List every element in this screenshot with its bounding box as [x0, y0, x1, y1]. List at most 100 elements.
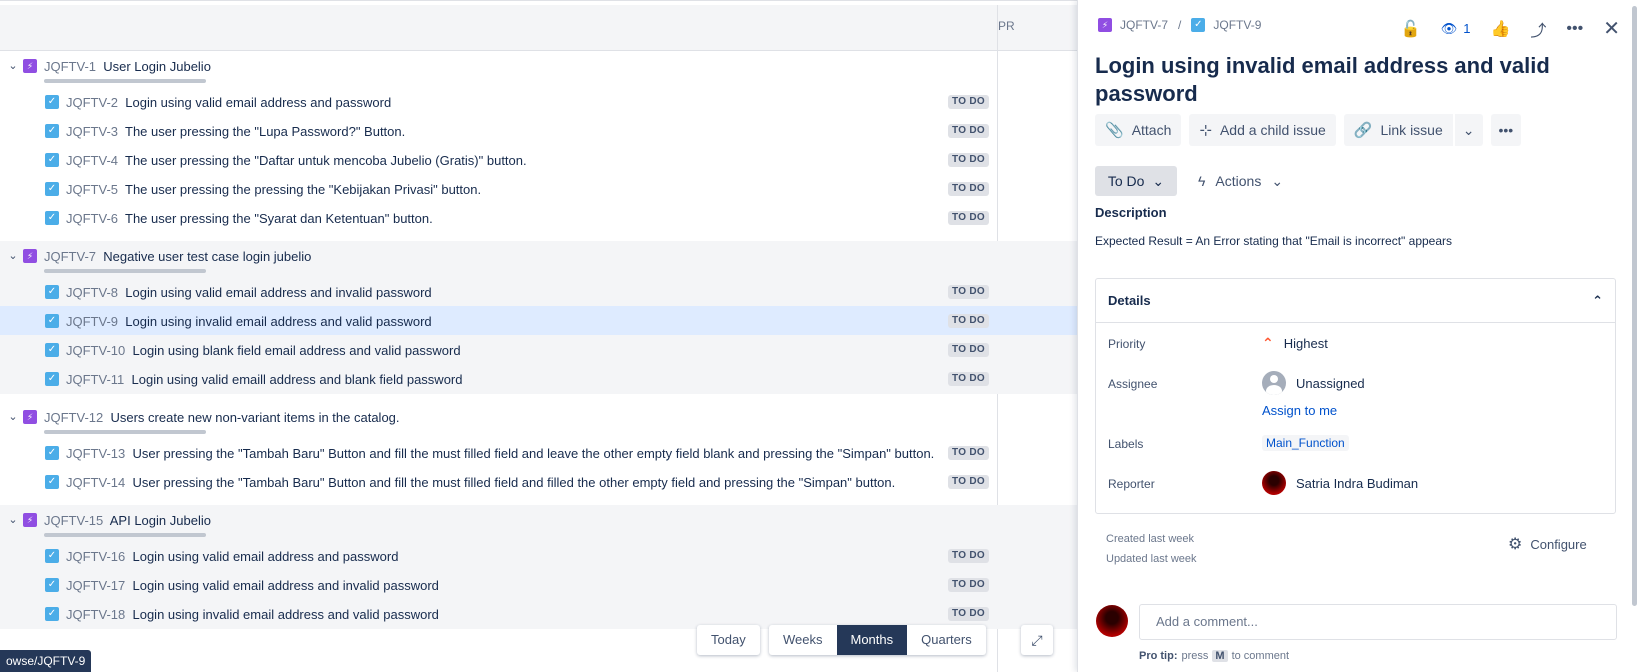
attach-button[interactable]: 📎 Attach: [1095, 114, 1182, 146]
chevron-up-icon[interactable]: ⌃: [1592, 293, 1603, 309]
priority-label: Priority: [1108, 337, 1146, 351]
description-text[interactable]: Expected Result = An Error stating that …: [1095, 234, 1452, 248]
epic-row[interactable]: ⌄ ⚡ JQFTV-1 User Login Jubelio: [0, 51, 1077, 87]
status-badge: TO DO: [948, 182, 989, 196]
issue-row[interactable]: ✓ JQFTV-13 User pressing the "Tambah Bar…: [0, 438, 1077, 468]
status-badge: TO DO: [948, 153, 989, 167]
chevron-down-icon: ⌄: [1462, 121, 1475, 138]
lock-icon[interactable]: 🔓: [1401, 19, 1421, 39]
breadcrumb-current[interactable]: JQFTV-9: [1213, 18, 1261, 32]
chevron-down-icon[interactable]: ⌄: [6, 249, 20, 263]
chevron-down-icon[interactable]: ⌄: [6, 410, 20, 424]
epic-label[interactable]: JQFTV-12 Users create new non-variant it…: [44, 410, 400, 425]
epic-summary: Users create new non-variant items in th…: [110, 410, 400, 425]
scrollbar[interactable]: [1630, 0, 1640, 610]
issue-label[interactable]: JQFTV-4 The user pressing the "Daftar un…: [66, 153, 527, 168]
weeks-button[interactable]: Weeks: [769, 625, 837, 655]
epic-row[interactable]: ⌄ ⚡ JQFTV-15 API Login Jubelio: [0, 505, 1077, 541]
issue-row[interactable]: ✓ JQFTV-4 The user pressing the "Daftar …: [0, 145, 1077, 175]
issue-row[interactable]: ✓ JQFTV-14 User pressing the "Tambah Bar…: [0, 467, 1077, 497]
breadcrumb-parent[interactable]: JQFTV-7: [1120, 18, 1168, 32]
epic-summary: API Login Jubelio: [109, 513, 211, 528]
issue-label[interactable]: JQFTV-9 Login using invalid email addres…: [66, 314, 432, 329]
status-badge: TO DO: [948, 314, 989, 328]
epic-label[interactable]: JQFTV-15 API Login Jubelio: [44, 513, 211, 528]
issue-label[interactable]: JQFTV-8 Login using valid email address …: [66, 285, 432, 300]
status-badge: TO DO: [948, 607, 989, 621]
epic-label[interactable]: JQFTV-7 Negative user test case login ju…: [44, 249, 311, 264]
issue-label[interactable]: JQFTV-11 Login using valid emaill addres…: [66, 372, 463, 387]
issue-label[interactable]: JQFTV-10 Login using blank field email a…: [66, 343, 461, 358]
issue-row[interactable]: ✓ JQFTV-8 Login using valid email addres…: [0, 277, 1077, 307]
today-button[interactable]: Today: [697, 625, 760, 655]
close-icon[interactable]: ✕: [1603, 16, 1620, 41]
keyboard-shortcut: M: [1212, 650, 1228, 662]
link-issue-button[interactable]: 🔗 Link issue: [1343, 114, 1453, 146]
issue-label[interactable]: JQFTV-13 User pressing the "Tambah Baru"…: [66, 446, 934, 461]
epic-row[interactable]: ⌄ ⚡ JQFTV-12 Users create new non-varian…: [0, 402, 1077, 438]
more-icon[interactable]: •••: [1566, 20, 1583, 38]
issue-label[interactable]: JQFTV-3 The user pressing the "Lupa Pass…: [66, 124, 405, 139]
issue-row[interactable]: ✓ JQFTV-16 Login using valid email addre…: [0, 541, 1077, 571]
issue-row[interactable]: ✓ JQFTV-17 Login using valid email addre…: [0, 570, 1077, 600]
issue-label[interactable]: JQFTV-16 Login using valid email address…: [66, 549, 398, 564]
issue-key: JQFTV-6: [66, 211, 119, 226]
scrollbar-thumb[interactable]: [1632, 6, 1637, 606]
reporter-field[interactable]: Satria Indra Budiman: [1262, 471, 1418, 495]
issue-row[interactable]: ✓ JQFTV-6 The user pressing the "Syarat …: [0, 203, 1077, 233]
priority-field[interactable]: ⌃ Highest: [1262, 335, 1328, 352]
configure-button[interactable]: ⚙ Configure: [1508, 534, 1587, 554]
labels-label: Labels: [1108, 437, 1144, 451]
issue-row-selected[interactable]: ✓ JQFTV-9 Login using invalid email addr…: [0, 306, 1077, 336]
more-actions-button[interactable]: •••: [1490, 114, 1522, 146]
issue-label[interactable]: JQFTV-5 The user pressing the pressing t…: [66, 182, 481, 197]
attach-label: Attach: [1131, 122, 1172, 138]
link-issue-dropdown[interactable]: ⌄: [1454, 114, 1483, 146]
actions-dropdown[interactable]: ϟ Actions ⌄: [1198, 166, 1283, 196]
issue-label[interactable]: JQFTV-18 Login using invalid email addre…: [66, 607, 439, 622]
issue-label[interactable]: JQFTV-6 The user pressing the "Syarat da…: [66, 211, 433, 226]
today-label: Today: [711, 632, 746, 647]
issue-label[interactable]: JQFTV-17 Login using valid email address…: [66, 578, 439, 593]
quarters-button[interactable]: Quarters: [907, 625, 986, 655]
issue-label[interactable]: JQFTV-14 User pressing the "Tambah Baru"…: [66, 475, 895, 490]
subtask-check-icon: ✓: [45, 182, 59, 196]
subtask-check-icon: ✓: [45, 211, 59, 225]
epic-label[interactable]: JQFTV-1 User Login Jubelio: [44, 59, 211, 74]
reporter-value: Satria Indra Budiman: [1296, 475, 1419, 491]
issue-row[interactable]: ✓ JQFTV-2 Login using valid email addres…: [0, 87, 1077, 117]
months-button[interactable]: Months: [836, 625, 908, 655]
issue-row[interactable]: ✓ JQFTV-10 Login using blank field email…: [0, 335, 1077, 365]
label-chip[interactable]: Main_Function: [1262, 435, 1349, 451]
comment-input[interactable]: Add a comment...: [1139, 604, 1617, 640]
issue-key: JQFTV-13: [66, 446, 126, 461]
assignee-label: Assignee: [1108, 377, 1158, 391]
hierarchy-icon: ⊹: [1199, 122, 1212, 139]
details-header[interactable]: Details ⌃: [1096, 279, 1615, 323]
epic-icon: ⚡: [23, 249, 37, 263]
issue-label[interactable]: JQFTV-2 Login using valid email address …: [66, 95, 391, 110]
paperclip-icon: 📎: [1105, 122, 1124, 139]
labels-field[interactable]: Main_Function: [1262, 435, 1349, 451]
issue-title[interactable]: Login using invalid email address and va…: [1095, 52, 1615, 108]
epic-progress-bar: [44, 430, 206, 434]
assignee-field[interactable]: Unassigned: [1262, 371, 1365, 395]
watch-button[interactable]: 👁 1: [1441, 21, 1471, 37]
add-child-issue-button[interactable]: ⊹ Add a child issue: [1189, 114, 1336, 146]
epic-row[interactable]: ⌄ ⚡ JQFTV-7 Negative user test case logi…: [0, 241, 1077, 277]
app-root: PR ⌄ ⚡ JQFTV-1 User Login Jubelio ✓ JQFT…: [0, 0, 1640, 672]
issue-row[interactable]: ✓ JQFTV-3 The user pressing the "Lupa Pa…: [0, 116, 1077, 146]
assign-to-me-link[interactable]: Assign to me: [1262, 403, 1337, 418]
issue-key: JQFTV-4: [66, 153, 119, 168]
issue-summary: The user pressing the "Lupa Password?" B…: [125, 124, 406, 139]
epic-icon: ⚡: [1098, 18, 1112, 32]
thumbs-up-icon[interactable]: 👍: [1490, 19, 1510, 39]
expand-icon[interactable]: ⤢: [1021, 625, 1053, 655]
timescale-switcher[interactable]: Weeks Months Quarters: [769, 625, 986, 655]
issue-row[interactable]: ✓ JQFTV-5 The user pressing the pressing…: [0, 174, 1077, 204]
chevron-down-icon[interactable]: ⌄: [6, 59, 20, 73]
chevron-down-icon[interactable]: ⌄: [6, 513, 20, 527]
issue-row[interactable]: ✓ JQFTV-11 Login using valid emaill addr…: [0, 364, 1077, 394]
share-icon[interactable]: ⤴: [1530, 17, 1546, 41]
status-dropdown[interactable]: To Do ⌄: [1095, 166, 1177, 196]
